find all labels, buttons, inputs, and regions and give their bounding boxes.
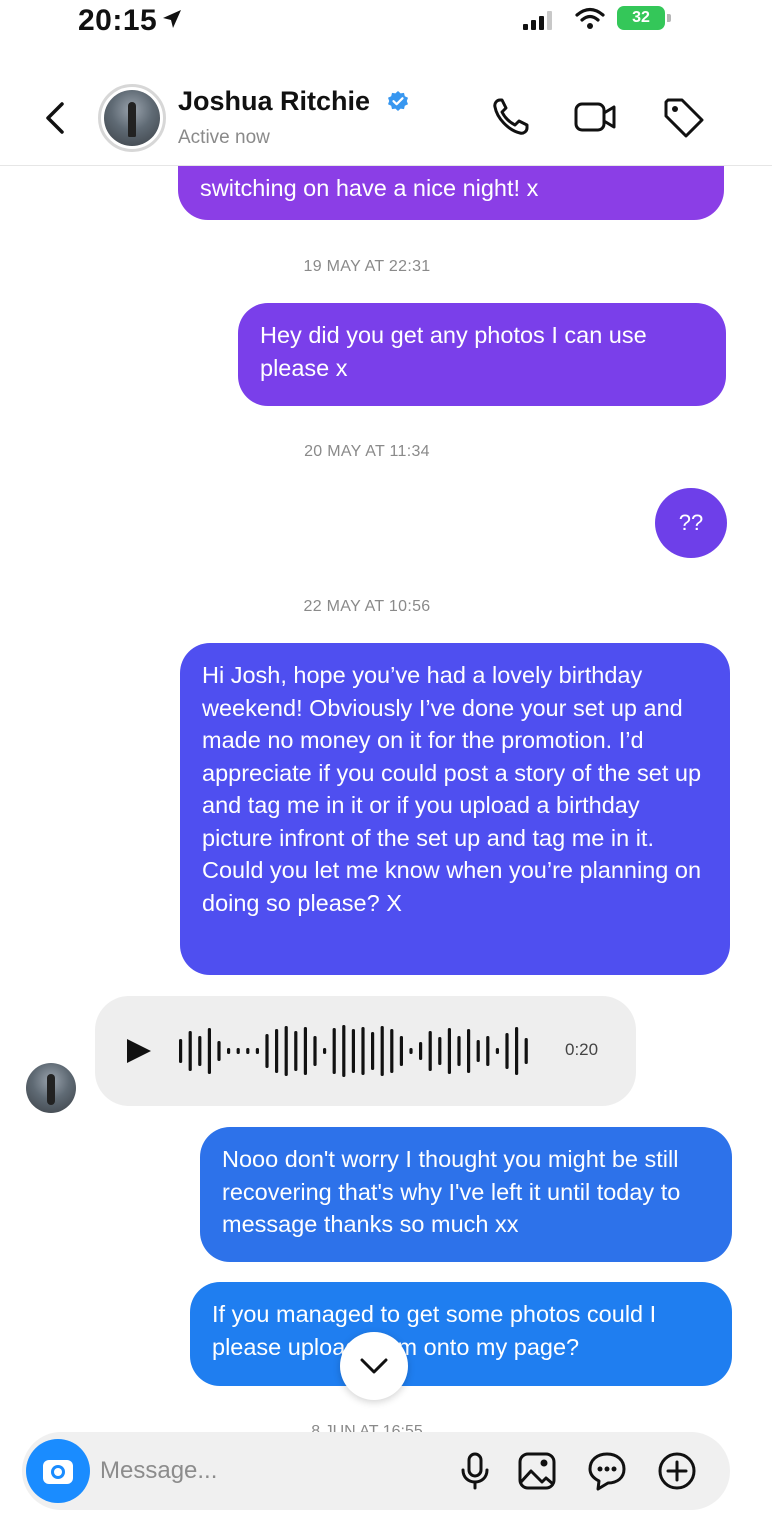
- timestamp: 19 MAY AT 22:31: [303, 258, 431, 275]
- back-icon[interactable]: [40, 98, 70, 138]
- play-icon[interactable]: [127, 1039, 151, 1063]
- timestamp: 20 MAY AT 11:34: [304, 443, 430, 460]
- scroll-to-bottom-button[interactable]: [340, 1332, 408, 1400]
- message-text: Hey did you get any photos I can use ple…: [260, 322, 647, 381]
- message-input[interactable]: [100, 1452, 420, 1490]
- camera-button[interactable]: [26, 1439, 90, 1503]
- status-bar: 20:15 32: [0, 0, 772, 44]
- image-icon[interactable]: [516, 1450, 558, 1492]
- chevron-down-icon: [360, 1358, 388, 1374]
- message-bubble-outgoing[interactable]: Nooo don't worry I thought you might be …: [200, 1127, 732, 1262]
- phone-icon[interactable]: [488, 94, 534, 140]
- video-camera-icon[interactable]: [572, 94, 618, 140]
- tag-icon[interactable]: [660, 94, 706, 140]
- status-time: 20:15: [78, 4, 183, 38]
- message-composer: [22, 1432, 730, 1510]
- battery-icon: 32: [617, 6, 671, 30]
- contact-name[interactable]: Joshua Ritchie: [178, 86, 370, 117]
- message-bubble-outgoing[interactable]: If you managed to get some photos could …: [190, 1282, 732, 1386]
- contact-avatar[interactable]: [98, 84, 166, 152]
- sender-avatar[interactable]: [26, 1063, 76, 1113]
- timestamp: 22 MAY AT 10:56: [303, 598, 431, 615]
- wifi-icon: [575, 7, 605, 29]
- battery-level: 32: [617, 6, 665, 30]
- message-text: Nooo don't worry I thought you might be …: [222, 1146, 681, 1237]
- message-text: switching on have a nice night! x: [200, 175, 539, 201]
- voice-duration: 0:20: [565, 1040, 599, 1059]
- message-bubble-outgoing[interactable]: ??: [655, 488, 727, 558]
- message-text: Hi Josh, hope you’ve had a lovely birthd…: [202, 662, 702, 916]
- sticker-icon[interactable]: [586, 1450, 628, 1492]
- cellular-signal-icon: [523, 10, 559, 30]
- location-arrow-icon: [163, 10, 182, 28]
- active-status: Active now: [178, 127, 270, 148]
- camera-icon: [43, 1460, 73, 1484]
- microphone-icon[interactable]: [454, 1450, 496, 1492]
- chat-header: Joshua Ritchie Active now: [0, 70, 772, 166]
- message-thread: switching on have a nice night! x 19 MAY…: [0, 0, 772, 1536]
- message-bubble-outgoing[interactable]: Hey did you get any photos I can use ple…: [238, 303, 726, 406]
- message-text: ??: [678, 510, 704, 535]
- verified-badge-icon: [388, 91, 408, 111]
- timestamp: 8 JUN AT 16:55: [311, 1423, 423, 1432]
- voice-message[interactable]: 0:20: [95, 996, 636, 1106]
- plus-icon[interactable]: [656, 1450, 698, 1492]
- clock-text: 20:15: [78, 4, 158, 37]
- message-text: If you managed to get some photos could …: [212, 1301, 657, 1360]
- message-bubble-outgoing[interactable]: Hi Josh, hope you’ve had a lovely birthd…: [180, 643, 730, 975]
- waveform-icon[interactable]: [177, 1018, 547, 1084]
